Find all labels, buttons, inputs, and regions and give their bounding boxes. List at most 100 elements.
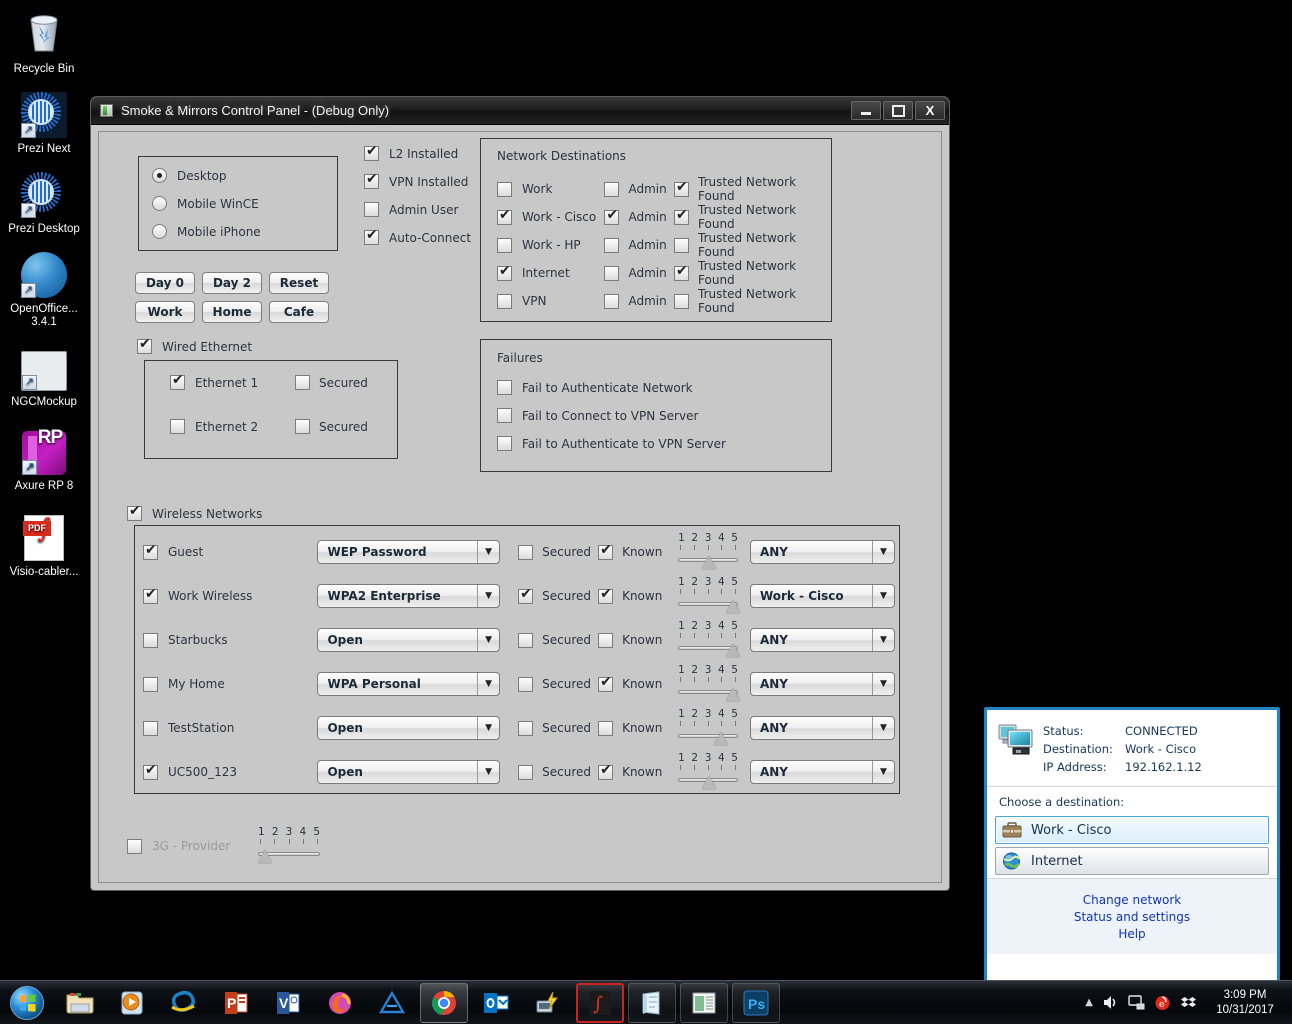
checkbox-destination-trusted[interactable] [674,263,690,281]
dropdown-wireless-destination[interactable]: ANY ▼ [749,628,895,652]
radio-mobile-wince[interactable] [152,196,167,211]
taskbar-windows-explorer[interactable] [56,983,104,1023]
checkbox-ethernet-1-secured[interactable] [295,375,310,390]
checkbox-destination-admin[interactable] [604,293,620,309]
taskbar-network-tool[interactable] [524,983,572,1023]
cellular-row[interactable]: 3G - Provider 1 2 3 4 5 [127,826,320,866]
desktop-icon-prezi-desktop[interactable]: ↗ Prezi Desktop [0,172,88,236]
checkbox-row-wireless-networks[interactable]: Wireless Networks [127,503,262,521]
taskbar-powerpoint[interactable]: P [212,983,260,1023]
checkbox-wireless-enabled[interactable] [143,632,158,648]
slider-signal-strength[interactable]: 1 2 3 4 5 [678,752,738,792]
table-row[interactable]: Guest WEP Password ▼ Secured Known 1 2 3… [143,532,895,572]
checkbox-wireless-secured[interactable] [518,764,534,780]
checkbox-wireless-enabled[interactable] [143,542,158,560]
taskbar-internet-explorer[interactable] [160,983,208,1023]
slider-thumb[interactable] [726,644,741,657]
checkbox-destination-trusted[interactable] [674,179,690,197]
checkbox-l2-installed[interactable] [364,143,379,161]
slider-thumb[interactable] [714,732,729,745]
radio-mobile-iphone[interactable] [152,224,167,239]
show-hidden-icons-icon[interactable]: ▲ [1085,997,1093,1008]
slider-3g-signal[interactable]: 1 2 3 4 5 [258,826,320,866]
table-row[interactable]: TestStation Open ▼ Secured Known 1 2 3 4… [143,708,895,748]
checkbox-row-fail-auth-network[interactable]: Fail to Authenticate Network [497,380,693,395]
taskbar-firefox[interactable] [316,983,364,1023]
start-button[interactable] [0,982,54,1024]
taskbar-photoshop[interactable]: Ps [732,982,780,1023]
dropdown-wireless-destination[interactable]: Work - Cisco ▼ [749,584,895,608]
checkbox-vpn-installed[interactable] [364,171,379,189]
slider-signal-strength[interactable]: 1 2 3 4 5 [678,576,741,616]
checkbox-row-auto-connect[interactable]: Auto-Connect [364,227,471,245]
table-row[interactable]: My Home WPA Personal ▼ Secured Known 1 2… [143,664,895,704]
slider-signal-strength[interactable]: 1 2 3 4 5 [678,532,738,572]
checkbox-wireless-enabled[interactable] [143,676,158,692]
taskbar-outlook[interactable] [472,983,520,1023]
taskbar-acrobat[interactable]: ∫ [576,982,624,1023]
desktop-icon-ngcmockup[interactable]: ↗ NGCMockup [0,351,88,409]
link-status-and-settings[interactable]: Status and settings [1074,910,1190,924]
button-cafe[interactable]: Cafe [269,301,329,323]
button-home[interactable]: Home [202,301,262,323]
window-titlebar[interactable]: Smoke & Mirrors Control Panel - (Debug O… [91,97,949,125]
taskbar-autocad[interactable] [368,983,416,1023]
table-row[interactable]: Starbucks Open ▼ Secured Known 1 2 3 4 5 [143,620,895,658]
clock[interactable]: 3:09 PM 10/31/2017 [1206,988,1284,1018]
desktop-icon-prezi-next[interactable]: ↗ Prezi Next [0,92,88,156]
dropdown-wireless-destination[interactable]: ANY ▼ [749,540,895,564]
slider-signal-strength[interactable]: 1 2 3 4 5 [678,664,741,704]
dropdown-wireless-security[interactable]: WPA2 Enterprise ▼ [317,584,501,608]
checkbox-destination-enabled[interactable] [497,181,512,197]
security-icon[interactable]: e [1154,994,1171,1011]
link-change-network[interactable]: Change network [1083,893,1182,907]
checkbox-fail-auth-vpn[interactable] [497,436,512,451]
checkbox-destination-admin[interactable] [604,207,620,225]
dropdown-wireless-security[interactable]: WEP Password ▼ [317,540,501,564]
slider-signal-strength[interactable]: 1 2 3 4 5 [678,708,738,748]
taskbar-onenote[interactable] [628,982,676,1023]
checkbox-wired-ethernet[interactable] [137,336,152,354]
checkbox-row-fail-auth-vpn[interactable]: Fail to Authenticate to VPN Server [497,436,726,451]
taskbar-visio[interactable]: V [264,983,312,1023]
table-row[interactable]: UC500_123 Open ▼ Secured Known 1 2 3 4 5 [143,752,895,792]
checkbox-wireless-secured[interactable] [518,632,534,648]
checkbox-destination-admin[interactable] [604,265,620,281]
desktop-icon-recycle-bin[interactable]: Recycle Bin [0,8,88,76]
checkbox-wireless-known[interactable] [598,720,614,736]
checkbox-wireless-known[interactable] [598,632,614,648]
checkbox-wireless-enabled[interactable] [143,720,158,736]
checkbox-ethernet-1[interactable] [170,372,185,390]
checkbox-wireless-secured[interactable] [518,676,534,692]
dropdown-wireless-destination[interactable]: ANY ▼ [749,716,895,740]
desktop-icon-axure[interactable]: RP ↗ Axure RP 8 [0,428,88,493]
slider-thumb[interactable] [726,688,741,701]
dropdown-wireless-security[interactable]: Open ▼ [317,716,501,740]
checkbox-wireless-known[interactable] [598,542,614,560]
slider-thumb[interactable] [702,556,717,569]
slider-thumb[interactable] [726,600,741,613]
minimize-button[interactable] [851,101,881,120]
desktop-icon-openoffice[interactable]: ↗ OpenOffice... 3.4.1 [0,252,88,329]
checkbox-admin-user[interactable] [364,202,379,217]
table-row[interactable]: Ethernet 1 Secured [170,372,368,390]
slider-thumb[interactable] [258,850,272,863]
checkbox-wireless-known[interactable] [598,762,614,780]
checkbox-ethernet-2-secured[interactable] [295,419,310,434]
button-day-0[interactable]: Day 0 [135,272,195,294]
table-row[interactable]: VPN Admin Trusted Network Found [497,287,817,315]
desktop-icon-visio-pdf[interactable]: PDF∫ Visio-cabler... [0,515,88,579]
checkbox-wireless-known[interactable] [598,586,614,604]
checkbox-destination-admin[interactable] [604,237,620,253]
dropdown-wireless-destination[interactable]: ANY ▼ [749,672,895,696]
checkbox-fail-connect-vpn[interactable] [497,408,512,423]
checkbox-destination-trusted[interactable] [674,237,690,253]
checkbox-row-wired-ethernet[interactable]: Wired Ethernet [137,336,252,354]
device-mode-option[interactable]: Mobile iPhone [152,224,261,239]
checkbox-destination-enabled[interactable] [497,293,512,309]
checkbox-wireless-secured[interactable] [518,720,534,736]
close-button[interactable]: X [915,101,945,120]
checkbox-destination-enabled[interactable] [497,207,512,225]
checkbox-destination-trusted[interactable] [674,207,690,225]
table-row[interactable]: Ethernet 2 Secured [170,419,368,434]
